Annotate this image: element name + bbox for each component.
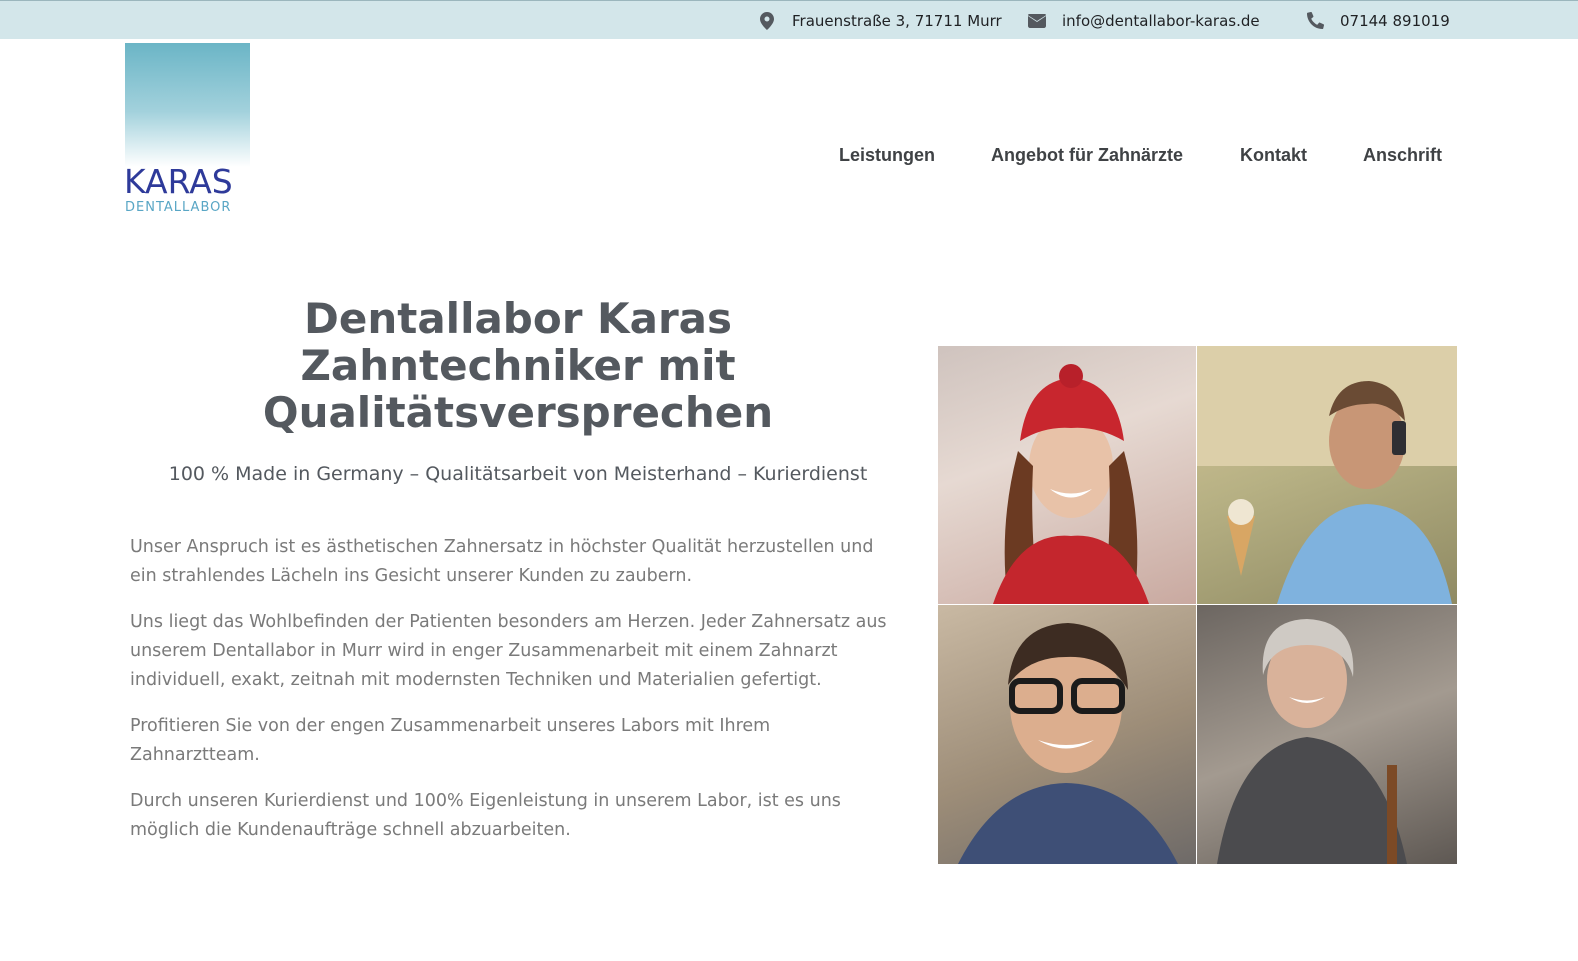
- intro-paragraph: Uns liegt das Wohlbefinden der Patienten…: [130, 612, 887, 690]
- phone-icon: [1306, 12, 1324, 30]
- phone-link[interactable]: 07144 891019: [1340, 12, 1450, 30]
- nav-item-angebot-fuer-zahnaerzte[interactable]: Angebot für Zahnärzte: [991, 145, 1183, 166]
- photo-man-glasses: [938, 605, 1196, 864]
- photo-senior-woman: [1197, 605, 1457, 864]
- address-text: Frauenstraße 3, 71711 Murr: [792, 11, 1002, 30]
- photo-woman-red-hat: [938, 346, 1196, 604]
- tagline: 100 % Made in Germany – Qualitätsarbeit …: [168, 463, 868, 485]
- logo-name: KARAS: [124, 162, 233, 201]
- nav-item-anschrift[interactable]: Anschrift: [1363, 145, 1442, 166]
- contact-topbar: Frauenstraße 3, 71711 Murr info@dentalla…: [0, 0, 1578, 39]
- map-marker-icon: [758, 11, 776, 30]
- intro-text: Unser Anspruch ist es ästhetischen Zahne…: [130, 533, 900, 862]
- photo-man-phone: [1197, 346, 1457, 604]
- smiling-people-collage: [938, 346, 1457, 864]
- page-title: Dentallabor Karas Zahntechniker mit Qual…: [130, 295, 906, 436]
- title-line-1: Dentallabor Karas: [304, 294, 732, 343]
- nav-item-leistungen[interactable]: Leistungen: [839, 145, 935, 166]
- nav-item-kontakt[interactable]: Kontakt: [1240, 145, 1307, 166]
- title-line-3: Qualitätsversprechen: [262, 388, 774, 437]
- topbar-address[interactable]: Frauenstraße 3, 71711 Murr: [758, 1, 1002, 40]
- topbar-email[interactable]: info@dentallabor-karas.de: [1028, 1, 1260, 40]
- title-line-2: Zahntechniker mit: [300, 341, 736, 390]
- logo-gradient-square: [125, 43, 250, 167]
- intro-paragraph: Unser Anspruch ist es ästhetischen Zahne…: [130, 537, 874, 586]
- envelope-icon: [1028, 12, 1046, 30]
- logo-subtitle: DENTALLABOR: [125, 200, 232, 215]
- site-logo[interactable]: KARAS DENTALLABOR: [124, 43, 254, 218]
- email-link[interactable]: info@dentallabor-karas.de: [1062, 12, 1260, 30]
- intro-paragraph: Durch unseren Kurierdienst und 100% Eige…: [130, 791, 841, 840]
- topbar-phone[interactable]: 07144 891019: [1306, 1, 1450, 40]
- intro-paragraph: Profitieren Sie von der engen Zusammenar…: [130, 716, 771, 765]
